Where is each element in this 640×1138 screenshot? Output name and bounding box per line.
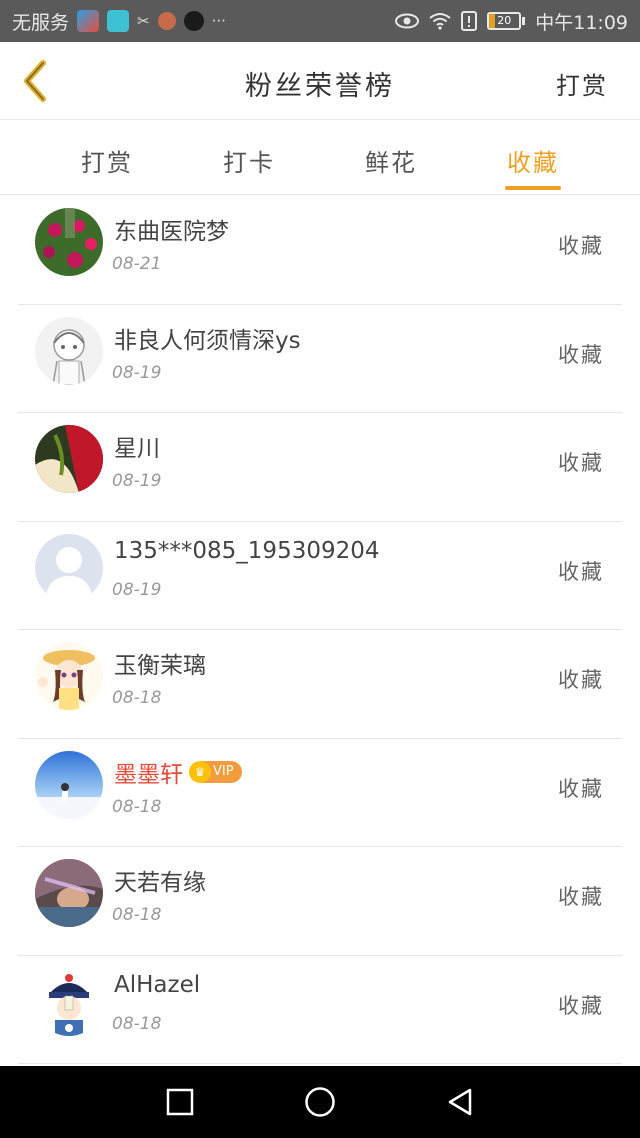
action-date: 08-19 [112, 362, 162, 383]
carrier-text: 无服务 [12, 11, 70, 34]
tab-label: 打赏 [81, 149, 133, 177]
user-name: 墨墨轩 ♛ VIP [114, 755, 242, 789]
alert-sim-icon [461, 11, 478, 31]
user-name: AlHazel [114, 971, 201, 998]
user-name: 135***085_195309204 [114, 537, 380, 564]
user-name: 天若有缘 [114, 870, 206, 896]
action-date: 08-18 [112, 1013, 162, 1034]
user-name: 星川 [114, 436, 160, 462]
reward-button[interactable]: 打赏 [556, 66, 608, 101]
user-name: 玉衡茉璃 [114, 653, 206, 679]
crown-icon: ♛ [189, 760, 211, 783]
action-type: 收藏 [558, 559, 604, 584]
action-type: 收藏 [558, 776, 604, 801]
action-date: 08-21 [112, 254, 162, 274]
action-type: 收藏 [558, 668, 604, 692]
avatar [35, 208, 103, 276]
app-header: 粉丝荣誉榜 打赏 [0, 42, 640, 120]
action-date: 08-19 [112, 579, 162, 600]
list-item[interactable]: 星川 08-19 收藏 [18, 413, 622, 522]
action-type: 收藏 [558, 342, 604, 367]
vip-label: VIP [213, 764, 234, 779]
home-button[interactable] [300, 1082, 340, 1122]
action-date: 08-18 [112, 688, 162, 708]
avatar [35, 425, 103, 493]
pet-app-icon [157, 12, 176, 30]
tab-label: 鲜花 [365, 149, 417, 177]
action-type: 收藏 [558, 885, 604, 909]
wifi-icon [429, 13, 451, 30]
square-icon [166, 1088, 194, 1116]
fan-list: 东曲医院梦 08-21 收藏 非良人何须情深ys 08-19 收藏 星川 08-… [0, 196, 640, 1064]
video-app-icon [107, 10, 130, 32]
battery-icon: 20 [487, 12, 526, 30]
vip-badge: ♛ VIP [189, 760, 242, 783]
more-notifications-icon: ··· [211, 12, 226, 30]
avatar [35, 533, 103, 602]
system-nav-bar [0, 1066, 640, 1138]
battery-level-text: 20 [497, 14, 512, 27]
tiktok-icon [183, 11, 204, 31]
list-item[interactable]: 墨墨轩 ♛ VIP 08-18 收藏 [18, 739, 622, 847]
action-date: 08-18 [112, 796, 162, 817]
avatar [35, 316, 103, 385]
list-item[interactable]: 东曲医院梦 08-21 收藏 [18, 196, 622, 305]
user-name: 东曲医院梦 [114, 219, 229, 245]
circle-icon [305, 1087, 335, 1117]
status-bar: 无服务 ✂ ··· 20 中午11:09 [0, 0, 640, 42]
tab-flowers[interactable]: 鲜花 [320, 121, 462, 194]
list-item[interactable]: 天若有缘 08-18 收藏 [18, 847, 622, 956]
tab-checkin[interactable]: 打卡 [178, 121, 320, 194]
clock-text: 中午11:09 [535, 11, 628, 34]
triangle-left-icon [448, 1088, 472, 1116]
app-notification-icon [77, 10, 100, 32]
action-type: 收藏 [558, 451, 604, 475]
action-date: 08-18 [112, 905, 162, 925]
system-back-button[interactable] [440, 1082, 480, 1122]
list-item[interactable]: 玉衡茉璃 08-18 收藏 [18, 630, 622, 739]
tab-reward[interactable]: 打赏 [36, 121, 178, 194]
avatar [35, 967, 103, 1036]
list-item[interactable]: 非良人何须情深ys 08-19 收藏 [18, 305, 622, 413]
tab-label: 打卡 [223, 149, 275, 177]
avatar [35, 859, 103, 927]
list-item[interactable]: 135***085_195309204 08-19 收藏 [18, 522, 622, 630]
avatar [35, 642, 103, 710]
action-date: 08-19 [112, 471, 162, 491]
tab-favorites[interactable]: 收藏 [462, 121, 604, 194]
page-title: 粉丝荣誉榜 [245, 71, 395, 102]
avatar [35, 750, 103, 819]
active-tab-indicator [505, 186, 561, 190]
list-item[interactable]: AlHazel 08-18 收藏 [18, 956, 622, 1064]
tab-bar: 打赏 打卡 鲜花 收藏 [0, 121, 640, 195]
action-type: 收藏 [558, 993, 604, 1018]
recent-apps-button[interactable] [160, 1082, 200, 1122]
eye-icon [395, 13, 420, 29]
user-name: 非良人何须情深ys [114, 327, 301, 354]
scissors-icon: ✂ [137, 12, 150, 30]
tab-label: 收藏 [507, 149, 559, 177]
action-type: 收藏 [558, 234, 604, 258]
user-name-text: 墨墨轩 [114, 761, 183, 788]
